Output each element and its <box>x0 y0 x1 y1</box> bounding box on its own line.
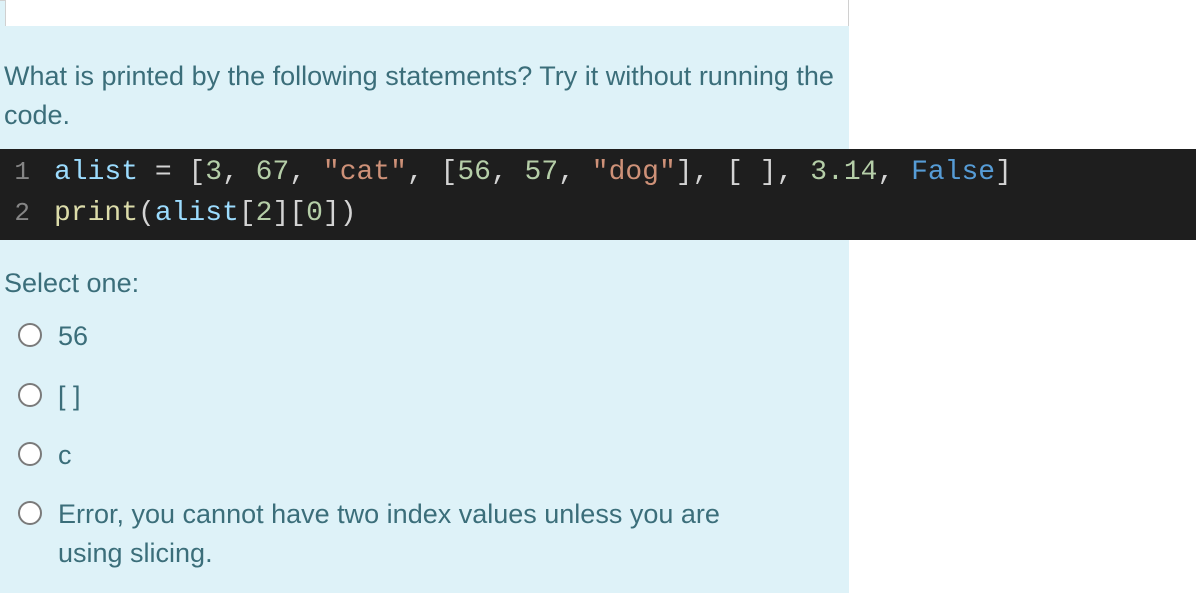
option-row[interactable]: [ ] <box>4 367 845 426</box>
option-row[interactable]: 56 <box>4 307 845 366</box>
question-prompt: What is printed by the following stateme… <box>0 39 849 149</box>
radio-button[interactable] <box>18 323 42 347</box>
option-label: [ ] <box>58 377 81 416</box>
option-row[interactable]: Error, you cannot have two index values … <box>4 485 845 583</box>
option-label: 56 <box>58 317 88 356</box>
radio-button[interactable] <box>18 501 42 525</box>
option-label: Error, you cannot have two index values … <box>58 495 778 573</box>
option-row[interactable]: c <box>4 426 845 485</box>
code-line-2: 2 print(alist[2][0]) <box>0 194 1196 235</box>
code-content: alist = [3, 67, "cat", [56, 57, "dog"], … <box>54 153 1012 194</box>
line-number: 2 <box>0 195 54 233</box>
panel-top-border <box>5 0 849 26</box>
code-content: print(alist[2][0]) <box>54 194 357 235</box>
radio-button[interactable] <box>18 442 42 466</box>
code-block: 1 alist = [3, 67, "cat", [56, 57, "dog"]… <box>0 149 1196 240</box>
line-number: 1 <box>0 154 54 192</box>
select-one-label: Select one: <box>0 240 849 307</box>
option-label: c <box>58 436 72 475</box>
question-panel: What is printed by the following stateme… <box>0 0 849 593</box>
options-list: 56 [ ] c Error, you cannot have two inde… <box>0 307 849 593</box>
code-line-1: 1 alist = [3, 67, "cat", [56, 57, "dog"]… <box>0 153 1196 194</box>
question-container: What is printed by the following stateme… <box>0 39 849 593</box>
radio-button[interactable] <box>18 383 42 407</box>
